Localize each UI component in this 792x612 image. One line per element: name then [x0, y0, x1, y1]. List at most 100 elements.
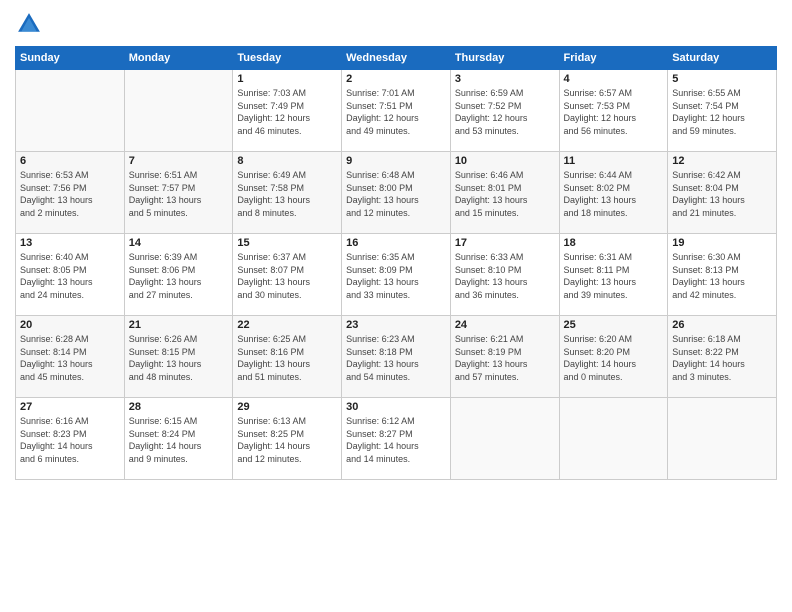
calendar-cell: 21 Sunrise: 6:26 AM Sunset: 8:15 PM Dayli… [124, 316, 233, 398]
calendar-cell: 27Sunrise: 6:16 AM Sunset: 8:23 PM Dayli… [16, 398, 125, 480]
calendar-cell [124, 70, 233, 152]
col-header-saturday: Saturday [668, 47, 777, 70]
day-info: Sunrise: 6:48 AM Sunset: 8:00 PM Dayligh… [346, 169, 446, 219]
calendar-cell: 6 Sunrise: 6:53 AM Sunset: 7:56 PM Daylig… [16, 152, 125, 234]
calendar-cell: 5 Sunrise: 6:55 AM Sunset: 7:54 PM Daylig… [668, 70, 777, 152]
day-info: Sunrise: 6:18 AM Sunset: 8:22 PM Dayligh… [672, 333, 772, 383]
calendar-cell [450, 398, 559, 480]
logo [15, 10, 47, 38]
page: SundayMondayTuesdayWednesdayThursdayFrid… [0, 0, 792, 612]
calendar-cell: 11 Sunrise: 6:44 AM Sunset: 8:02 PM Dayli… [559, 152, 668, 234]
calendar-cell: 19Sunrise: 6:30 AM Sunset: 8:13 PM Dayli… [668, 234, 777, 316]
day-number: 20 [20, 319, 120, 331]
day-info: Sunrise: 6:37 AM Sunset: 8:07 PM Dayligh… [237, 251, 337, 301]
calendar-cell: 2 Sunrise: 7:01 AM Sunset: 7:51 PM Daylig… [342, 70, 451, 152]
calendar-cell: 26 Sunrise: 6:18 AM Sunset: 8:22 PM Dayli… [668, 316, 777, 398]
day-info: Sunrise: 6:53 AM Sunset: 7:56 PM Dayligh… [20, 169, 120, 219]
day-number: 24 [455, 319, 555, 331]
calendar-cell: 16Sunrise: 6:35 AM Sunset: 8:09 PM Dayli… [342, 234, 451, 316]
day-info: Sunrise: 6:12 AM Sunset: 8:27 PM Dayligh… [346, 415, 446, 465]
day-number: 30 [346, 401, 446, 413]
day-info: Sunrise: 7:03 AM Sunset: 7:49 PM Dayligh… [237, 87, 337, 137]
calendar-cell: 14 Sunrise: 6:39 AM Sunset: 8:06 PM Dayli… [124, 234, 233, 316]
header-row: SundayMondayTuesdayWednesdayThursdayFrid… [16, 47, 777, 70]
calendar-cell [559, 398, 668, 480]
day-info: Sunrise: 6:33 AM Sunset: 8:10 PM Dayligh… [455, 251, 555, 301]
day-number: 19 [672, 237, 772, 249]
day-info: Sunrise: 6:46 AM Sunset: 8:01 PM Dayligh… [455, 169, 555, 219]
day-number: 10 [455, 155, 555, 167]
day-info: Sunrise: 6:57 AM Sunset: 7:53 PM Dayligh… [564, 87, 664, 137]
week-row-0: 1 Sunrise: 7:03 AM Sunset: 7:49 PM Daylig… [16, 70, 777, 152]
day-info: Sunrise: 6:15 AM Sunset: 8:24 PM Dayligh… [129, 415, 229, 465]
calendar-cell: 13 Sunrise: 6:40 AM Sunset: 8:05 PM Dayli… [16, 234, 125, 316]
day-number: 18 [564, 237, 664, 249]
calendar-cell: 18 Sunrise: 6:31 AM Sunset: 8:11 PM Dayli… [559, 234, 668, 316]
day-info: Sunrise: 6:23 AM Sunset: 8:18 PM Dayligh… [346, 333, 446, 383]
calendar-cell: 1 Sunrise: 7:03 AM Sunset: 7:49 PM Daylig… [233, 70, 342, 152]
day-number: 25 [564, 319, 664, 331]
day-number: 12 [672, 155, 772, 167]
day-number: 2 [346, 73, 446, 85]
calendar-cell: 8 Sunrise: 6:49 AM Sunset: 7:58 PM Daylig… [233, 152, 342, 234]
day-number: 8 [237, 155, 337, 167]
day-info: Sunrise: 6:40 AM Sunset: 8:05 PM Dayligh… [20, 251, 120, 301]
col-header-wednesday: Wednesday [342, 47, 451, 70]
calendar-cell: 9Sunrise: 6:48 AM Sunset: 8:00 PM Daylig… [342, 152, 451, 234]
calendar-cell: 22 Sunrise: 6:25 AM Sunset: 8:16 PM Dayli… [233, 316, 342, 398]
day-info: Sunrise: 6:20 AM Sunset: 8:20 PM Dayligh… [564, 333, 664, 383]
calendar-cell: 15Sunrise: 6:37 AM Sunset: 8:07 PM Dayli… [233, 234, 342, 316]
day-number: 21 [129, 319, 229, 331]
col-header-tuesday: Tuesday [233, 47, 342, 70]
day-info: Sunrise: 6:25 AM Sunset: 8:16 PM Dayligh… [237, 333, 337, 383]
day-number: 28 [129, 401, 229, 413]
day-number: 11 [564, 155, 664, 167]
day-info: Sunrise: 6:42 AM Sunset: 8:04 PM Dayligh… [672, 169, 772, 219]
day-number: 6 [20, 155, 120, 167]
day-number: 7 [129, 155, 229, 167]
week-row-2: 13 Sunrise: 6:40 AM Sunset: 8:05 PM Dayli… [16, 234, 777, 316]
day-info: Sunrise: 6:55 AM Sunset: 7:54 PM Dayligh… [672, 87, 772, 137]
day-info: Sunrise: 6:13 AM Sunset: 8:25 PM Dayligh… [237, 415, 337, 465]
day-number: 17 [455, 237, 555, 249]
calendar-cell: 17 Sunrise: 6:33 AM Sunset: 8:10 PM Dayli… [450, 234, 559, 316]
day-info: Sunrise: 6:49 AM Sunset: 7:58 PM Dayligh… [237, 169, 337, 219]
day-info: Sunrise: 6:26 AM Sunset: 8:15 PM Dayligh… [129, 333, 229, 383]
day-info: Sunrise: 6:28 AM Sunset: 8:14 PM Dayligh… [20, 333, 120, 383]
col-header-sunday: Sunday [16, 47, 125, 70]
day-number: 14 [129, 237, 229, 249]
calendar-cell: 10 Sunrise: 6:46 AM Sunset: 8:01 PM Dayli… [450, 152, 559, 234]
day-number: 29 [237, 401, 337, 413]
day-info: Sunrise: 6:44 AM Sunset: 8:02 PM Dayligh… [564, 169, 664, 219]
calendar-cell [668, 398, 777, 480]
day-info: Sunrise: 6:31 AM Sunset: 8:11 PM Dayligh… [564, 251, 664, 301]
calendar-cell [16, 70, 125, 152]
day-number: 3 [455, 73, 555, 85]
day-info: Sunrise: 7:01 AM Sunset: 7:51 PM Dayligh… [346, 87, 446, 137]
day-info: Sunrise: 6:51 AM Sunset: 7:57 PM Dayligh… [129, 169, 229, 219]
day-info: Sunrise: 6:39 AM Sunset: 8:06 PM Dayligh… [129, 251, 229, 301]
calendar-cell: 4 Sunrise: 6:57 AM Sunset: 7:53 PM Daylig… [559, 70, 668, 152]
day-number: 13 [20, 237, 120, 249]
day-number: 22 [237, 319, 337, 331]
day-number: 1 [237, 73, 337, 85]
calendar-cell: 29 Sunrise: 6:13 AM Sunset: 8:25 PM Dayli… [233, 398, 342, 480]
calendar-cell: 7 Sunrise: 6:51 AM Sunset: 7:57 PM Daylig… [124, 152, 233, 234]
calendar-cell: 12 Sunrise: 6:42 AM Sunset: 8:04 PM Dayli… [668, 152, 777, 234]
header [15, 10, 777, 38]
day-number: 4 [564, 73, 664, 85]
day-info: Sunrise: 6:21 AM Sunset: 8:19 PM Dayligh… [455, 333, 555, 383]
calendar-cell: 30 Sunrise: 6:12 AM Sunset: 8:27 PM Dayli… [342, 398, 451, 480]
calendar-cell: 28 Sunrise: 6:15 AM Sunset: 8:24 PM Dayli… [124, 398, 233, 480]
day-number: 26 [672, 319, 772, 331]
day-number: 5 [672, 73, 772, 85]
col-header-friday: Friday [559, 47, 668, 70]
col-header-monday: Monday [124, 47, 233, 70]
calendar-cell: 25 Sunrise: 6:20 AM Sunset: 8:20 PM Dayli… [559, 316, 668, 398]
calendar-cell: 24 Sunrise: 6:21 AM Sunset: 8:19 PM Dayli… [450, 316, 559, 398]
calendar-table: SundayMondayTuesdayWednesdayThursdayFrid… [15, 46, 777, 480]
col-header-thursday: Thursday [450, 47, 559, 70]
day-info: Sunrise: 6:59 AM Sunset: 7:52 PM Dayligh… [455, 87, 555, 137]
week-row-4: 27Sunrise: 6:16 AM Sunset: 8:23 PM Dayli… [16, 398, 777, 480]
calendar-cell: 23Sunrise: 6:23 AM Sunset: 8:18 PM Dayli… [342, 316, 451, 398]
